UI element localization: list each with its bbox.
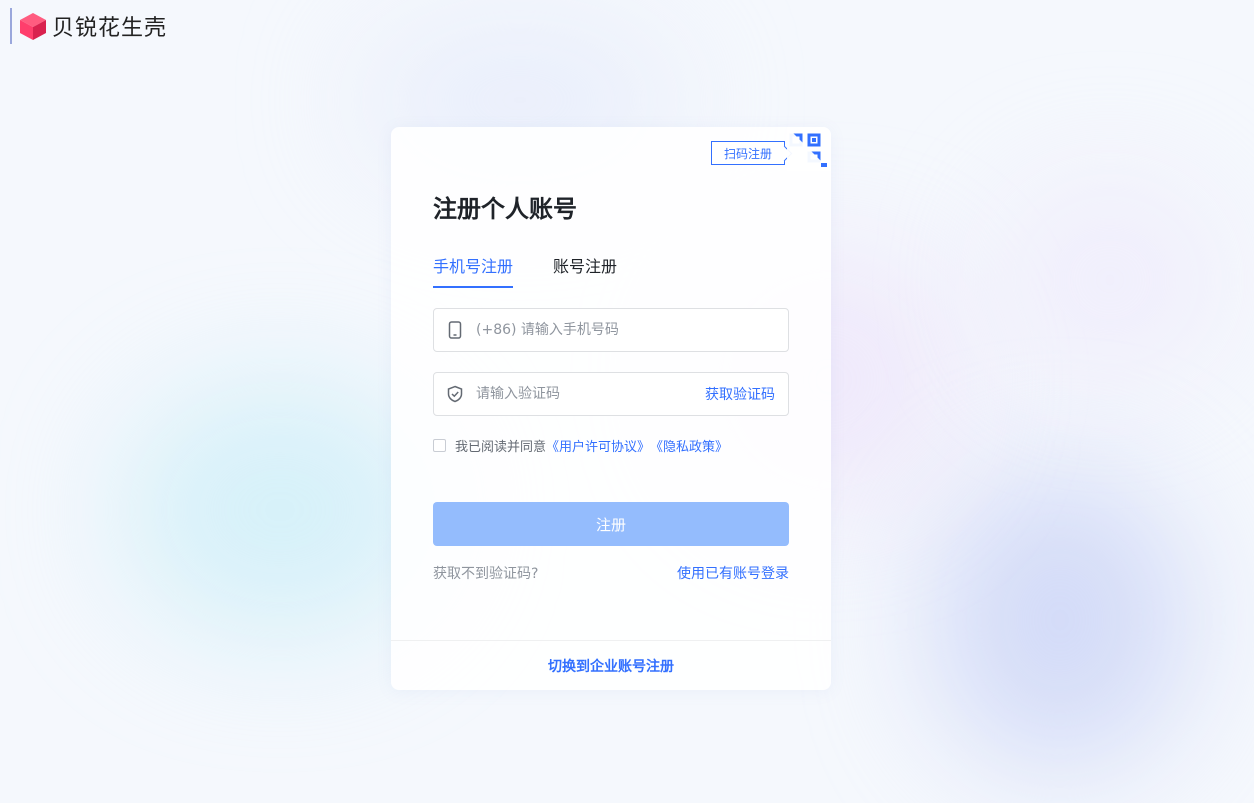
- existing-account-login-link[interactable]: 使用已有账号登录: [677, 563, 789, 583]
- qr-code-icon[interactable]: [787, 127, 831, 171]
- background-blob: [930, 470, 1190, 770]
- mobile-phone-icon: [446, 321, 464, 339]
- page-title: 注册个人账号: [433, 195, 577, 223]
- register-button[interactable]: 注册: [433, 502, 789, 546]
- verification-code-field: 获取验证码: [433, 372, 789, 416]
- qr-register-tip[interactable]: 扫码注册: [711, 141, 785, 165]
- phone-input[interactable]: [474, 308, 788, 352]
- switch-enterprise-register-link[interactable]: 切换到企业账号注册: [391, 656, 831, 676]
- register-card: 扫码注册 注册个人账号 手机号注册 账号注册 (+86) 请输入手机号码 请输入…: [391, 127, 831, 690]
- divider: [391, 640, 831, 641]
- logo-divider: [10, 8, 12, 44]
- shield-check-icon: [446, 385, 464, 403]
- agreement-row: 我已阅读并同意 《用户许可协议》 《隐私政策》: [433, 436, 728, 455]
- user-license-link[interactable]: 《用户许可协议》: [546, 436, 650, 455]
- agreement-checkbox[interactable]: [433, 439, 446, 452]
- register-tabs: 手机号注册 账号注册: [433, 253, 617, 288]
- privacy-policy-link[interactable]: 《隐私政策》: [650, 436, 728, 455]
- no-code-help-link[interactable]: 获取不到验证码?: [433, 563, 538, 583]
- brand-name: 贝锐花生壳: [52, 16, 168, 41]
- tab-account-register[interactable]: 账号注册: [553, 253, 617, 288]
- cube-logo-icon: [20, 13, 46, 40]
- agreement-text: 我已阅读并同意: [455, 440, 547, 455]
- tab-phone-register[interactable]: 手机号注册: [433, 253, 514, 288]
- phone-field: [433, 308, 789, 352]
- get-code-button[interactable]: 获取验证码: [705, 384, 775, 404]
- verification-code-input[interactable]: [474, 372, 705, 416]
- brand-logo[interactable]: 贝锐花生壳: [10, 8, 167, 44]
- background-blob: [1000, 180, 1220, 380]
